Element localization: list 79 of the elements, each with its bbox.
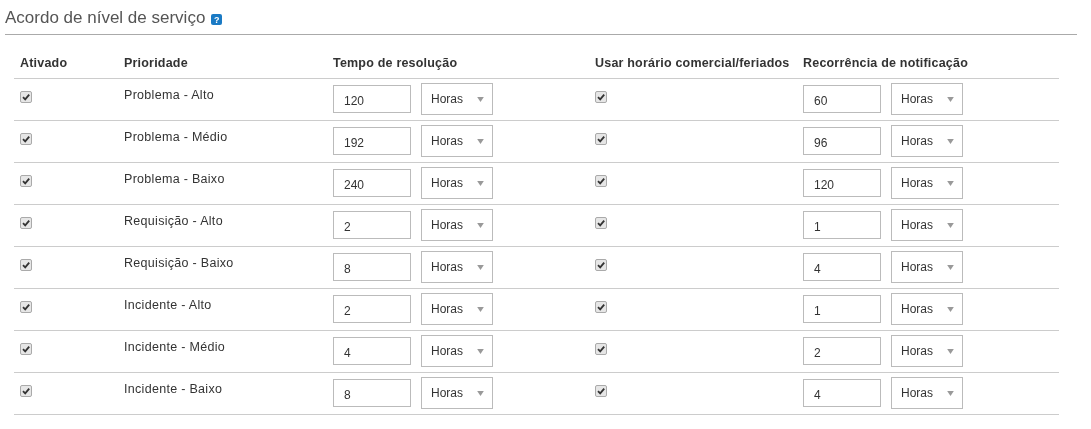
input-field[interactable]: 4 (803, 253, 881, 281)
checkbox[interactable] (20, 175, 32, 187)
input-field[interactable]: 4 (803, 379, 881, 407)
checkbox[interactable] (20, 301, 32, 313)
unit-dropdown[interactable]: Horas (421, 251, 493, 283)
checkbox[interactable] (595, 301, 607, 313)
input-field[interactable]: 4 (333, 337, 411, 365)
unit-dropdown[interactable]: Horas (891, 83, 963, 115)
checkbox[interactable] (595, 385, 607, 397)
caret-icon (477, 306, 484, 312)
checkbox[interactable] (595, 91, 607, 103)
checkbox[interactable] (20, 259, 32, 271)
caret-icon (477, 222, 484, 228)
section-title: Acordo de nível de serviço (5, 8, 206, 28)
input-field[interactable]: 240 (333, 169, 411, 197)
caret-icon (947, 180, 954, 186)
unit-dropdown[interactable]: Horas (891, 251, 963, 283)
caret-icon (477, 96, 484, 102)
column-header: Prioridade (123, 55, 189, 70)
checkbox[interactable] (595, 259, 607, 271)
input-field[interactable]: 8 (333, 379, 411, 407)
input-field[interactable]: 1 (803, 211, 881, 239)
checkbox[interactable] (595, 133, 607, 145)
checkbox[interactable] (595, 217, 607, 229)
unit-dropdown[interactable]: Horas (891, 377, 963, 409)
caret-icon (477, 180, 484, 186)
priority-label: Incidente - Baixo (124, 382, 223, 396)
column-header: Usar horário comercial/feriados (594, 55, 791, 70)
caret-icon (947, 390, 954, 396)
caret-icon (477, 264, 484, 270)
checkbox[interactable] (595, 343, 607, 355)
priority-label: Problema - Baixo (124, 172, 225, 186)
column-header: Tempo de resolução (332, 55, 459, 70)
caret-icon (947, 348, 954, 354)
caret-icon (477, 390, 484, 396)
caret-icon (477, 138, 484, 144)
unit-dropdown[interactable]: Horas (891, 167, 963, 199)
caret-icon (947, 264, 954, 270)
input-field[interactable]: 8 (333, 253, 411, 281)
caret-icon (477, 348, 484, 354)
checkbox[interactable] (20, 133, 32, 145)
unit-dropdown[interactable]: Horas (421, 377, 493, 409)
caret-icon (947, 96, 954, 102)
checkbox[interactable] (20, 385, 32, 397)
input-field[interactable]: 120 (803, 169, 881, 197)
input-field[interactable]: 120 (333, 85, 411, 113)
caret-icon (947, 306, 954, 312)
input-field[interactable]: 96 (803, 127, 881, 155)
caret-icon (947, 222, 954, 228)
unit-dropdown[interactable]: Horas (891, 125, 963, 157)
caret-icon (947, 138, 954, 144)
priority-label: Problema - Médio (124, 130, 228, 144)
priority-label: Requisição - Baixo (124, 256, 234, 270)
help-icon[interactable]: ? (211, 14, 223, 25)
priority-label: Requisição - Alto (124, 214, 223, 228)
priority-label: Incidente - Alto (124, 298, 212, 312)
input-field[interactable]: 2 (333, 211, 411, 239)
input-field[interactable]: 1 (803, 295, 881, 323)
input-field[interactable]: 2 (333, 295, 411, 323)
input-field[interactable]: 60 (803, 85, 881, 113)
unit-dropdown[interactable]: Horas (421, 335, 493, 367)
unit-dropdown[interactable]: Horas (891, 209, 963, 241)
unit-dropdown[interactable]: Horas (421, 83, 493, 115)
unit-dropdown[interactable]: Horas (421, 293, 493, 325)
checkbox[interactable] (20, 217, 32, 229)
unit-dropdown[interactable]: Horas (421, 167, 493, 199)
priority-label: Problema - Alto (124, 88, 214, 102)
column-header: Recorrência de notificação (802, 55, 969, 70)
checkbox[interactable] (20, 343, 32, 355)
column-header: Ativado (19, 55, 69, 70)
input-field[interactable]: 2 (803, 337, 881, 365)
unit-dropdown[interactable]: Horas (421, 209, 493, 241)
unit-dropdown[interactable]: Horas (891, 335, 963, 367)
unit-dropdown[interactable]: Horas (421, 125, 493, 157)
checkbox[interactable] (595, 175, 607, 187)
unit-dropdown[interactable]: Horas (891, 293, 963, 325)
priority-label: Incidente - Médio (124, 340, 225, 354)
checkbox[interactable] (20, 91, 32, 103)
input-field[interactable]: 192 (333, 127, 411, 155)
